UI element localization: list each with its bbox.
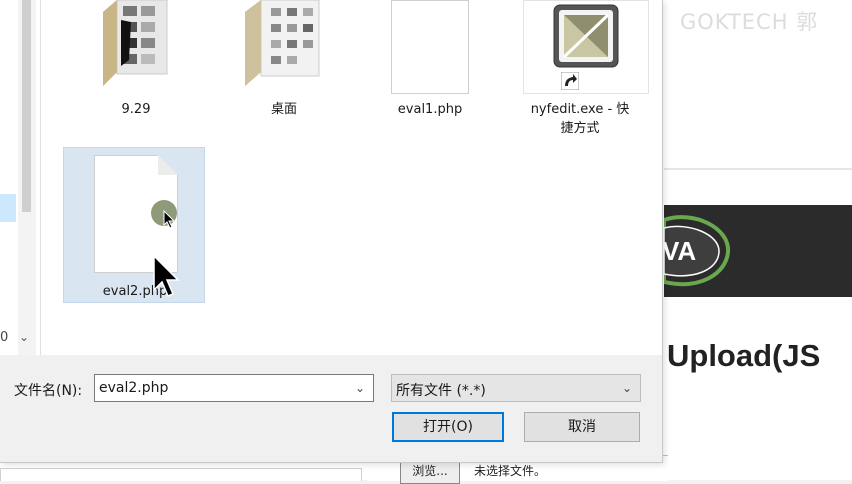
file-list-view[interactable]: 9.29 桌面 eval1.php nyfedit.exe - 快 捷方式 ev… [41,0,662,355]
file-item[interactable]: eval1.php [359,0,501,140]
filename-combobox[interactable]: eval2.php ⌄ [94,374,374,402]
watermark: GOKTECH 郭 [680,10,819,34]
open-button[interactable]: 打开(O) [392,412,504,442]
logo-text: VA [664,236,696,266]
file-item[interactable]: 9.29 [65,0,207,140]
chevron-down-icon[interactable]: ⌄ [19,330,29,344]
chevron-down-icon[interactable]: ⌄ [355,381,365,395]
filetype-value: 所有文件 (*.*) [396,383,486,399]
filename-input[interactable]: eval2.php [99,380,168,396]
document-icon [391,0,469,94]
document-fold [158,155,178,175]
file-item[interactable]: nyfedit.exe - 快 捷方式 [509,0,651,140]
file-name-label: 桌面 [270,102,297,117]
cancel-button[interactable]: 取消 [524,412,640,442]
shortcut-arrow-icon [561,72,579,90]
nav-selected-item[interactable] [0,194,16,222]
file-name-label-line1: nyfedit.exe - 快 [530,102,630,117]
shortcut-icon [553,4,619,68]
file-item-selected[interactable]: eval2.php [63,147,205,303]
nav-partial-label: 0 [0,330,9,345]
dialog-footer [0,355,662,462]
header-divider [664,168,852,170]
mouse-pointer-icon [153,254,180,297]
open-file-dialog: 0 ⌄ 9.29 桌面 eval1.php nyfedit.exe - 快 捷方… [0,0,663,463]
folder-icon [103,0,168,86]
dvwa-logo-icon: VA [664,215,731,287]
folder-icon [245,0,320,86]
no-file-label: 未选择文件。 [474,464,547,478]
page-title: Upload(JS [667,338,821,373]
browse-button[interactable]: 浏览... [400,460,460,484]
file-item[interactable]: 桌面 [213,0,355,140]
page-input-field[interactable] [0,468,362,481]
file-name-label: 9.29 [121,102,151,117]
navigation-pane[interactable]: 0 ⌄ [0,0,41,355]
filename-label: 文件名(N): [14,383,83,399]
file-name-label-line2: 捷方式 [560,121,600,136]
small-pointer-icon [163,210,176,229]
file-name-label: eval1.php [397,102,463,117]
file-name-label: eval2.php [102,284,168,299]
chevron-down-icon[interactable]: ⌄ [622,381,632,395]
filetype-select[interactable]: 所有文件 (*.*) ⌄ [391,374,641,402]
nav-scrollbar-thumb[interactable] [22,0,31,212]
